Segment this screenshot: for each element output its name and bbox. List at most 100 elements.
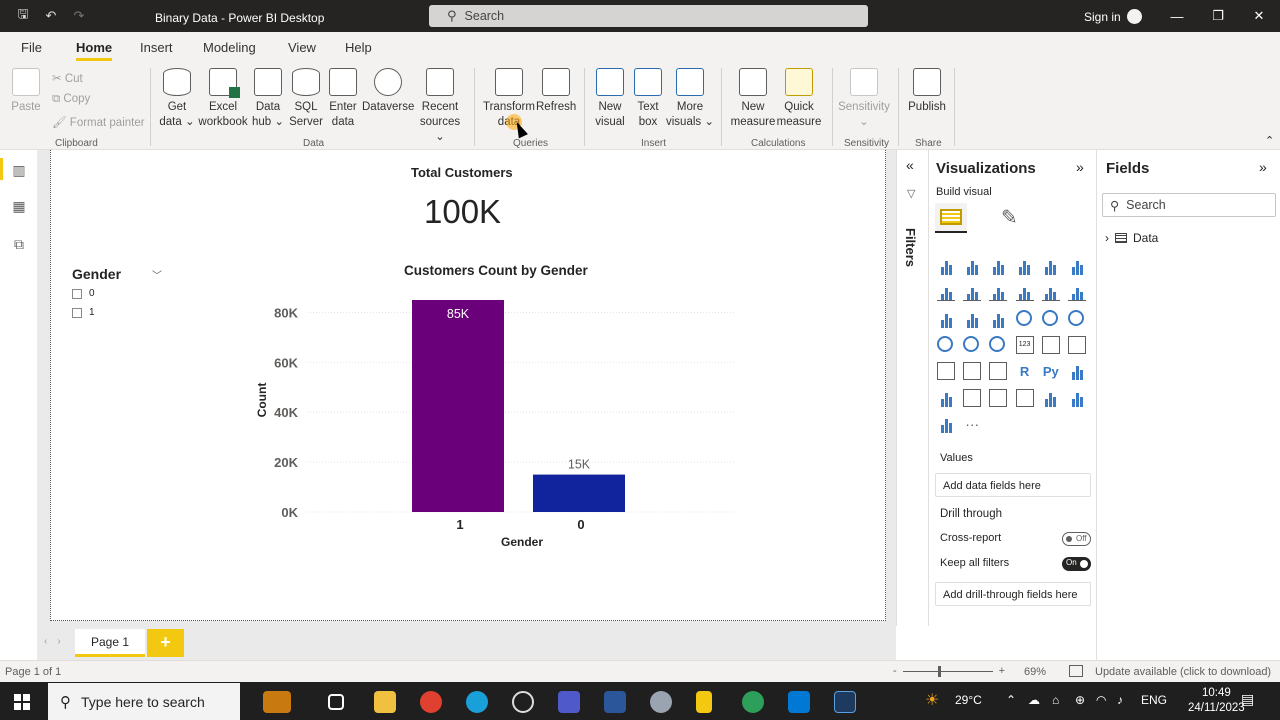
new-measure-button[interactable]: New measure [730,68,776,130]
word-icon[interactable] [604,691,626,713]
ribbon-chart-icon[interactable] [1068,283,1086,302]
line-chart-icon[interactable] [937,283,955,302]
cloud-app-icon[interactable] [650,691,672,713]
page-nav-arrows[interactable]: ‹› [44,636,71,647]
zoom-in-icon[interactable]: + [999,665,1005,677]
paginated-report-icon[interactable] [1015,388,1034,407]
table-view-icon[interactable]: ▦ [10,198,28,214]
text-box-button[interactable]: Text box [630,68,666,130]
format-visual-icon[interactable]: ✎ [1001,205,1018,230]
network-icon[interactable]: ⌂ [1052,693,1059,707]
clustered-bar-icon[interactable] [989,257,1007,275]
bar[interactable] [533,474,625,512]
tab-home[interactable]: Home [76,40,112,55]
language-icon[interactable]: ⊕ [1075,693,1085,707]
line-column-icon[interactable] [1015,283,1034,302]
waterfall-icon[interactable] [937,310,955,328]
minimize-button[interactable]: — [1156,0,1198,32]
edge-icon[interactable] [466,691,488,713]
format-painter-button[interactable]: 🖌 Format painter [52,115,145,129]
drill-through-well[interactable]: Add drill-through fields here [935,582,1091,606]
data-hub-button[interactable]: Data hub ⌄ [250,68,286,130]
line-clustered-icon[interactable] [1041,283,1060,302]
kpi-icon[interactable] [1068,335,1086,354]
briefcase-icon[interactable] [263,691,291,713]
sensitivity-button[interactable]: Sensitivity ⌄ [836,68,892,130]
zoom-thumb[interactable] [937,665,941,677]
r-visual-icon[interactable]: R [1016,362,1034,380]
tab-view[interactable]: View [288,40,316,55]
decomposition-tree-icon[interactable] [937,389,955,407]
excel-workbook-button[interactable]: Excel workbook [196,68,250,130]
settings-icon[interactable] [512,691,534,713]
power-apps-icon[interactable] [1042,389,1060,407]
matrix-icon[interactable] [989,362,1008,381]
zoom-track[interactable] [902,665,993,677]
vscode-icon[interactable] [788,691,810,713]
paste-button[interactable]: Paste [10,68,42,115]
scatter-icon[interactable] [989,310,1007,328]
slicer-option[interactable]: 0 [72,288,95,299]
100-column-icon[interactable] [1068,257,1086,275]
tab-help[interactable]: Help [345,40,372,55]
power-automate-icon[interactable] [1068,389,1086,407]
tab-insert[interactable]: Insert [140,40,173,55]
stacked-bar-icon[interactable] [937,257,955,275]
cross-report-toggle[interactable]: Off [1062,532,1091,546]
avatar[interactable] [1127,9,1142,24]
redo-icon[interactable]: ↷ [56,0,102,32]
area-chart-icon[interactable] [963,283,982,302]
file-explorer-icon[interactable] [374,691,396,713]
map-icon[interactable] [937,335,953,352]
notifications-icon[interactable]: ▤ [1241,691,1254,708]
donut-chart-icon[interactable] [1041,309,1058,326]
python-visual-icon[interactable]: Py [1042,362,1060,380]
terminal-app-icon[interactable] [834,691,856,713]
quick-measure-button[interactable]: Quick measure [776,68,822,130]
enter-data-button[interactable]: Enter data [326,68,360,130]
weather-icon[interactable]: ☀ [925,690,939,710]
tab-modeling[interactable]: Modeling [203,40,256,55]
100-bar-icon[interactable] [1042,257,1060,275]
chevron-right-icon[interactable]: › [1105,231,1109,245]
add-page-button[interactable]: + [147,629,184,657]
table-icon[interactable] [963,362,982,381]
key-influencers-icon[interactable] [1068,362,1086,381]
stacked-area-icon[interactable] [989,283,1008,302]
close-button[interactable]: ✕ [1238,0,1280,32]
onedrive-icon[interactable]: ☁ [1028,693,1040,707]
collapse-left-icon[interactable]: « [906,157,914,173]
windows-start-icon[interactable] [14,694,30,710]
dataverse-button[interactable]: Dataverse [362,68,414,115]
update-available-link[interactable]: Update available (click to download) [1095,666,1271,678]
tray-overflow-icon[interactable]: ⌃ [1006,693,1016,707]
refresh-button[interactable]: Refresh [536,68,576,115]
chrome-icon[interactable] [420,691,442,713]
taskbar-search-input[interactable]: ⚲ Type here to search [48,683,240,720]
model-view-icon[interactable]: ⧉ [10,236,28,252]
copy-button[interactable]: ⧉ Copy [52,93,90,106]
publish-button[interactable]: Publish [906,68,948,115]
wifi-icon[interactable]: ◠ [1096,693,1106,707]
more-options-icon[interactable]: ··· [963,415,981,433]
recent-sources-button[interactable]: Recent sources ⌄ [414,68,466,145]
task-view-icon[interactable] [328,694,344,710]
expand-right-icon[interactable]: » [1259,159,1267,175]
power-bi-icon[interactable] [696,691,712,713]
slicer-option[interactable]: 1 [72,307,95,318]
stacked-column-icon[interactable] [963,257,981,275]
checkbox[interactable] [72,307,82,318]
chevron-down-icon[interactable]: ﹀ [152,267,162,282]
keep-filters-toggle[interactable]: On [1062,557,1091,571]
build-visual-tab[interactable] [935,203,967,233]
expand-right-icon[interactable]: » [1076,159,1084,175]
treemap-icon[interactable] [1068,309,1084,326]
multirow-card-icon[interactable] [1041,335,1060,354]
browser-app-icon[interactable] [742,691,764,713]
language-indicator[interactable]: ENG [1141,693,1167,707]
field-table-item[interactable]: › Data [1105,231,1158,245]
clustered-column-icon[interactable] [1016,257,1034,275]
get-data-button[interactable]: Get data ⌄ [158,68,196,130]
report-view-icon[interactable]: ▥ [10,162,28,178]
qa-icon[interactable] [963,388,982,407]
